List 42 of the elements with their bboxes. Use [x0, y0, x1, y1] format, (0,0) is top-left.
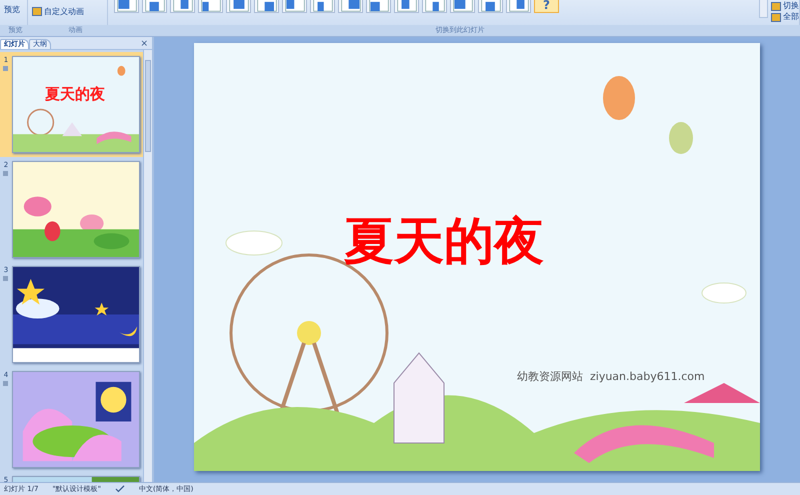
transition-button[interactable]	[366, 0, 391, 13]
slide-title: 夏天的夜	[344, 211, 544, 272]
slide-title: 夏天的夜	[44, 85, 105, 104]
slide-thumbnail[interactable]: 夏天的夜	[12, 56, 140, 153]
transition-icon	[144, 0, 166, 12]
scrollbar[interactable]	[143, 50, 152, 482]
transition-button[interactable]	[282, 0, 307, 13]
transition-icon	[256, 0, 278, 12]
transition-button[interactable]	[142, 0, 167, 13]
transition-button[interactable]	[226, 0, 251, 13]
transition-button[interactable]	[506, 0, 531, 13]
custom-animation-button[interactable]: 自定义动画	[32, 6, 84, 17]
transition-icon	[480, 0, 502, 12]
transition-button[interactable]	[450, 0, 475, 13]
transition-icon	[340, 0, 362, 12]
website-credit: 幼教资源网站 ziyuan.baby611.com	[517, 369, 705, 384]
transition-icon	[508, 0, 530, 12]
ribbon-button[interactable]: 全部	[771, 12, 799, 22]
transition-button[interactable]	[170, 0, 195, 13]
transition-icon	[228, 0, 250, 12]
transition-icon	[200, 0, 222, 12]
transition-button[interactable]	[338, 0, 363, 13]
transition-button[interactable]	[198, 0, 223, 13]
transition-button[interactable]	[114, 0, 139, 13]
transition-icon	[284, 0, 306, 12]
transition-icon	[172, 0, 194, 12]
transition-icon	[116, 0, 138, 12]
close-button[interactable]: ×	[136, 39, 152, 49]
ribbon-button[interactable]: 切换	[771, 1, 799, 11]
transition-button[interactable]	[422, 0, 447, 13]
transition-button[interactable]	[394, 0, 419, 13]
transition-icon	[452, 0, 474, 12]
transition-icon	[368, 0, 390, 12]
gallery-scrollbar[interactable]	[759, 0, 768, 18]
transition-icon	[312, 0, 334, 12]
transition-button[interactable]	[310, 0, 335, 13]
spellcheck-icon[interactable]	[114, 485, 125, 493]
transition-icon	[424, 0, 446, 12]
preview-button[interactable]: 预览	[4, 4, 20, 15]
transition-button[interactable]	[254, 0, 279, 13]
transition-icon	[396, 0, 418, 12]
transition-button[interactable]	[478, 0, 503, 13]
